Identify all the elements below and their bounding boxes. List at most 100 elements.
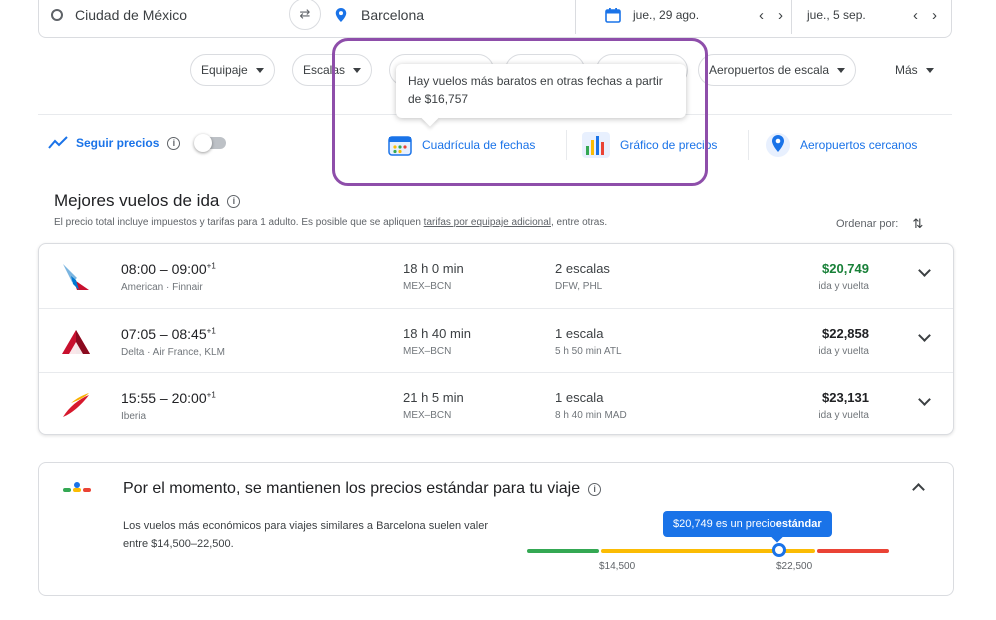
- flight-duration: 18 h 0 min MEX–BCN: [403, 261, 464, 292]
- baggage-fees-link[interactable]: tarifas por equipaje adicional: [424, 217, 551, 228]
- airline-names: Delta · Air France, KLM: [121, 347, 225, 358]
- filter-chip-baggage[interactable]: Equipaje: [190, 54, 275, 86]
- info-icon[interactable]: i: [227, 194, 241, 208]
- scale-high-label: $22,500: [776, 561, 813, 572]
- delta-logo-icon: [62, 330, 90, 354]
- sort-label: Ordenar por:: [836, 218, 899, 230]
- sort-by[interactable]: Ordenar por: ⇅: [836, 216, 923, 232]
- chevron-left-icon[interactable]: ‹: [759, 7, 764, 24]
- toggle-knob: [194, 134, 213, 152]
- flight-price: $23,131 ida y vuelta: [818, 390, 869, 421]
- stop-detail: 5 h 50 min ATL: [555, 346, 622, 357]
- field-divider: [575, 0, 576, 34]
- price-insight-card: Por el momento, se mantienen los precios…: [38, 462, 954, 596]
- airline-names: Iberia: [121, 411, 147, 422]
- origin-circle-icon: [51, 9, 63, 21]
- flight-price: $22,858 ida y vuelta: [818, 326, 869, 357]
- flight-stops: 1 escala 8 h 40 min MAD: [555, 390, 627, 421]
- day-offset: +1: [206, 326, 216, 336]
- iberia-logo-icon: [63, 393, 89, 417]
- price-insight-icon: [63, 482, 91, 492]
- filter-chip-connecting-airports[interactable]: Aeropuertos de escala: [698, 54, 857, 86]
- chip-label: Más: [895, 63, 918, 77]
- price-level-badge: $20,749 es un precio estándar: [663, 511, 832, 537]
- expand-chevron-icon[interactable]: [918, 393, 931, 406]
- price-value: $20,749: [822, 261, 869, 276]
- flight-stops: 1 escala 5 h 50 min ATL: [555, 326, 622, 357]
- nearby-airports-button[interactable]: Aeropuertos cercanos: [766, 132, 917, 158]
- sort-arrows-icon[interactable]: ⇅: [912, 216, 923, 232]
- destination-field[interactable]: Barcelona: [335, 0, 575, 34]
- badge-level: estándar: [775, 518, 822, 530]
- day-offset: +1: [206, 390, 216, 400]
- track-prices-label: Seguir precios: [76, 136, 160, 150]
- field-divider: [791, 0, 792, 34]
- track-prices-toggle[interactable]: [194, 134, 227, 152]
- flight-times: 07:05 – 08:45+1 Delta · Air France, KLM: [121, 326, 225, 358]
- badge-text: $20,749 es un precio: [673, 518, 776, 530]
- insight-description: Los vuelos más económicos para viajes si…: [123, 520, 489, 550]
- stops-value: 1 escala: [555, 326, 604, 341]
- location-pin-icon: [335, 8, 347, 22]
- filter-chip-more[interactable]: Más: [884, 54, 945, 86]
- return-date-field[interactable]: jue., 5 sep. ‹ ›: [799, 0, 949, 34]
- chip-label: Equipaje: [201, 63, 248, 77]
- current-price-marker: [772, 543, 786, 557]
- flight-duration: 21 h 5 min MEX–BCN: [403, 390, 464, 421]
- results-title-text: Mejores vuelos de ida: [54, 191, 220, 210]
- origin-value: Ciudad de México: [75, 7, 188, 23]
- swap-arrows-icon: ⇄: [299, 6, 311, 21]
- duration-value: 18 h 40 min: [403, 326, 471, 341]
- date-arrows: ‹ ›: [913, 7, 937, 24]
- price-disclaimer: El precio total incluye impuestos y tari…: [54, 217, 607, 228]
- flight-row[interactable]: 07:05 – 08:45+1 Delta · Air France, KLM …: [39, 308, 953, 372]
- flight-row[interactable]: 15:55 – 20:00+1 Iberia 21 h 5 min MEX–BC…: [39, 372, 953, 434]
- chip-label: Aeropuertos de escala: [709, 63, 830, 77]
- chevron-right-icon[interactable]: ›: [778, 7, 783, 24]
- day-offset: +1: [206, 261, 216, 271]
- disclaimer-text-end: , entre otras.: [550, 217, 608, 228]
- route: MEX–BCN: [403, 346, 452, 357]
- price-note: ida y vuelta: [818, 281, 869, 292]
- expand-chevron-icon[interactable]: [918, 329, 931, 342]
- caret-down-icon: [925, 67, 934, 73]
- disclaimer-text: El precio total incluye impuestos y tari…: [54, 217, 424, 228]
- date-arrows: ‹ ›: [759, 7, 783, 24]
- flight-price: $20,749 ida y vuelta: [818, 261, 869, 292]
- chevron-right-icon[interactable]: ›: [932, 7, 937, 24]
- flight-time-range: 07:05 – 08:45: [121, 326, 207, 342]
- flight-duration: 18 h 40 min MEX–BCN: [403, 326, 471, 357]
- caret-down-icon: [255, 67, 264, 73]
- stop-detail: 8 h 40 min MAD: [555, 410, 627, 421]
- stops-value: 2 escalas: [555, 261, 610, 276]
- destination-value: Barcelona: [361, 7, 425, 23]
- calendar-icon: [605, 8, 621, 23]
- info-icon[interactable]: i: [167, 136, 181, 150]
- route: MEX–BCN: [403, 410, 452, 421]
- origin-field[interactable]: Ciudad de México: [51, 0, 301, 34]
- track-prices: Seguir precios i: [48, 134, 227, 152]
- airline-names: American · Finnair: [121, 282, 203, 293]
- results-title: Mejores vuelos de ida i: [54, 191, 241, 211]
- collapse-chevron-icon[interactable]: [912, 483, 925, 496]
- swap-button[interactable]: ⇄: [289, 0, 321, 30]
- flight-row[interactable]: 08:00 – 09:00+1 American · Finnair 18 h …: [39, 244, 953, 308]
- departure-date-field[interactable]: jue., 29 ago. ‹ ›: [605, 0, 795, 34]
- caret-down-icon: [837, 67, 846, 73]
- flight-times: 08:00 – 09:00+1 American · Finnair: [121, 261, 216, 293]
- return-date-value: jue., 5 sep.: [807, 8, 866, 22]
- price-value: $22,858: [822, 326, 869, 341]
- divider: [748, 130, 749, 160]
- airport-pin-icon: [766, 133, 790, 157]
- stop-detail: DFW, PHL: [555, 281, 603, 292]
- route: MEX–BCN: [403, 281, 452, 292]
- price-note: ida y vuelta: [818, 346, 869, 357]
- info-icon[interactable]: i: [588, 482, 602, 496]
- duration-value: 18 h 0 min: [403, 261, 464, 276]
- price-range-low-segment: [527, 549, 599, 553]
- search-bar: Ciudad de México ⇄ Barcelona jue., 29 ag…: [38, 0, 952, 38]
- trending-line-icon: [48, 136, 68, 149]
- chevron-left-icon[interactable]: ‹: [913, 7, 918, 24]
- scale-low-label: $14,500: [599, 561, 636, 572]
- expand-chevron-icon[interactable]: [918, 264, 931, 277]
